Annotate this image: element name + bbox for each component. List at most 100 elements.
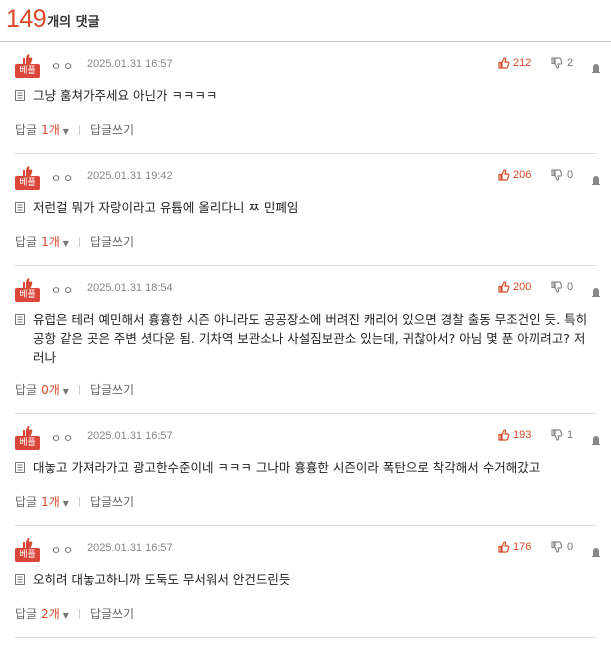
comment-body: 대놓고 가져라가고 광고한수준이네 ㅋㅋㅋ 그나마 흉흉한 시즌이라 폭탄으로 … [15, 448, 596, 477]
comment-item: 베플 ㅇㅇ 2025.01.31 19:42 206 0 저런걸 뭐가 자랑이라… [15, 154, 600, 266]
comment-item: 베플 ㅇㅇ 2025.01.31 16:57 176 0 오히려 대놓고하니까 … [15, 526, 600, 638]
comment-nickname[interactable]: ㅇㅇ [51, 542, 75, 558]
downvote-count: 2 [567, 57, 574, 69]
downvote-button[interactable]: 1 [551, 429, 573, 441]
comment-text: 유럽은 테러 예민해서 흉흉한 시즌 아니라도 공공장소에 버려진 캐리어 있으… [33, 312, 588, 365]
comment-date: 2025.01.31 16:57 [87, 430, 173, 442]
caret-down-icon: ▼ [62, 127, 69, 136]
thumbs-down-icon [551, 541, 563, 553]
thumbs-down-icon [551, 429, 563, 441]
upvote-button[interactable]: 206 [498, 169, 531, 181]
divider [78, 384, 80, 395]
upvote-count: 200 [513, 281, 532, 293]
comment-actions: 답글 0개 ▼ 답글쓰기 [15, 381, 596, 398]
divider [78, 236, 80, 247]
upvote-button[interactable]: 200 [498, 281, 531, 293]
upvote-button[interactable]: 212 [498, 57, 531, 69]
comment-item: 베플 ㅇㅇ 2025.01.31 16:57 193 1 대놓고 가져라가고 광… [15, 414, 600, 526]
write-reply-link[interactable]: 답글쓰기 [90, 605, 134, 622]
divider [78, 608, 80, 619]
write-reply-link[interactable]: 답글쓰기 [90, 493, 134, 510]
downvote-button[interactable]: 0 [551, 541, 573, 553]
comment-text: 대놓고 가져라가고 광고한수준이네 ㅋㅋㅋ 그나마 흉흉한 시즌이라 폭탄으로 … [33, 460, 541, 475]
comment-nickname[interactable]: ㅇㅇ [51, 58, 75, 74]
upvote-count: 176 [513, 541, 532, 553]
report-icon [592, 436, 600, 445]
downvote-count: 0 [567, 281, 574, 293]
comment-meta: 베플 ㅇㅇ 2025.01.31 16:57 176 0 [15, 526, 600, 562]
reply-count: 0개 [41, 383, 60, 397]
comment-nickname[interactable]: ㅇㅇ [51, 170, 75, 186]
comment-actions: 답글 1개 ▼ 답글쓰기 [15, 121, 596, 138]
reply-toggle[interactable]: 답글 1개 ▼ [15, 493, 69, 510]
write-reply-link[interactable]: 답글쓰기 [90, 121, 134, 138]
comment-item: 베플 ㅇㅇ 2025.01.31 16:57 212 2 그냥 훔쳐가주세요 아… [15, 42, 600, 154]
caret-down-icon: ▼ [62, 499, 69, 508]
reply-label: 답글 [15, 383, 38, 397]
comment-body: 유럽은 테러 예민해서 흉흉한 시즌 아니라도 공공장소에 버려진 캐리어 있으… [15, 300, 596, 367]
comment-body: 저런걸 뭐가 자랑이라고 유튭에 올리다니 ㅉ 민폐임 [15, 188, 596, 217]
comment-nickname[interactable]: ㅇㅇ [51, 430, 75, 446]
downvote-button[interactable]: 0 [551, 281, 573, 293]
reply-label: 답글 [15, 235, 38, 249]
divider [78, 496, 80, 507]
comment-meta: 베플 ㅇㅇ 2025.01.31 19:42 206 0 [15, 154, 600, 190]
comment-meta: 베플 ㅇㅇ 2025.01.31 16:57 193 1 [15, 414, 600, 450]
reply-toggle[interactable]: 답글 1개 ▼ [15, 121, 69, 138]
comment-actions: 답글 2개 ▼ 답글쓰기 [15, 605, 596, 622]
comment-date: 2025.01.31 16:57 [87, 542, 173, 554]
comment-text: 저런걸 뭐가 자랑이라고 유튭에 올리다니 ㅉ 민폐임 [33, 200, 299, 215]
comment-meta: 베플 ㅇㅇ 2025.01.31 18:54 200 0 [15, 266, 600, 302]
comment-count-label: 개의 댓글 [47, 15, 100, 30]
document-icon [15, 314, 25, 325]
caret-down-icon: ▼ [62, 611, 69, 620]
report-button[interactable] [591, 170, 601, 189]
thumbs-down-icon [551, 57, 563, 69]
thumbs-down-icon [551, 281, 563, 293]
reply-count: 2개 [41, 607, 60, 621]
comment-actions: 답글 1개 ▼ 답글쓰기 [15, 233, 596, 250]
reply-toggle[interactable]: 답글 2개 ▼ [15, 605, 69, 622]
comment-date: 2025.01.31 16:57 [87, 58, 173, 70]
report-icon [592, 288, 600, 297]
document-icon [15, 574, 25, 585]
report-button[interactable] [591, 282, 601, 301]
upvote-button[interactable]: 193 [498, 429, 531, 441]
reply-toggle[interactable]: 답글 0개 ▼ [15, 381, 69, 398]
comment-actions: 답글 1개 ▼ 답글쓰기 [15, 493, 596, 510]
write-reply-link[interactable]: 답글쓰기 [90, 381, 134, 398]
report-button[interactable] [591, 430, 601, 449]
document-icon [15, 90, 25, 101]
upvote-count: 206 [513, 169, 532, 181]
upvote-count: 212 [513, 57, 532, 69]
thumbs-up-icon [498, 541, 510, 553]
reply-label: 답글 [15, 495, 38, 509]
comment-count: 149 [6, 5, 47, 33]
comment-nickname[interactable]: ㅇㅇ [51, 282, 75, 298]
reply-count: 1개 [41, 495, 60, 509]
caret-down-icon: ▼ [62, 239, 69, 248]
reply-label: 답글 [15, 607, 38, 621]
downvote-count: 0 [567, 169, 574, 181]
comment-meta: 베플 ㅇㅇ 2025.01.31 16:57 212 2 [15, 42, 600, 78]
reply-count: 1개 [41, 235, 60, 249]
thumbs-up-icon [498, 429, 510, 441]
downvote-button[interactable]: 0 [551, 169, 573, 181]
downvote-count: 1 [567, 429, 574, 441]
downvote-button[interactable]: 2 [551, 57, 573, 69]
report-icon [592, 64, 600, 73]
report-button[interactable] [591, 542, 601, 561]
report-button[interactable] [591, 58, 601, 77]
thumbs-down-icon [551, 169, 563, 181]
comment-date: 2025.01.31 19:42 [87, 170, 173, 182]
comment-list: 베플 ㅇㅇ 2025.01.31 16:57 212 2 그냥 훔쳐가주세요 아… [0, 42, 611, 638]
reply-label: 답글 [15, 123, 38, 137]
report-icon [592, 176, 600, 185]
write-reply-link[interactable]: 답글쓰기 [90, 233, 134, 250]
thumbs-up-icon [498, 169, 510, 181]
document-icon [15, 202, 25, 213]
upvote-button[interactable]: 176 [498, 541, 531, 553]
reply-toggle[interactable]: 답글 1개 ▼ [15, 233, 69, 250]
report-icon [592, 548, 600, 557]
comment-text: 오히려 대놓고하니까 도둑도 무서워서 안건드린듯 [33, 572, 291, 587]
